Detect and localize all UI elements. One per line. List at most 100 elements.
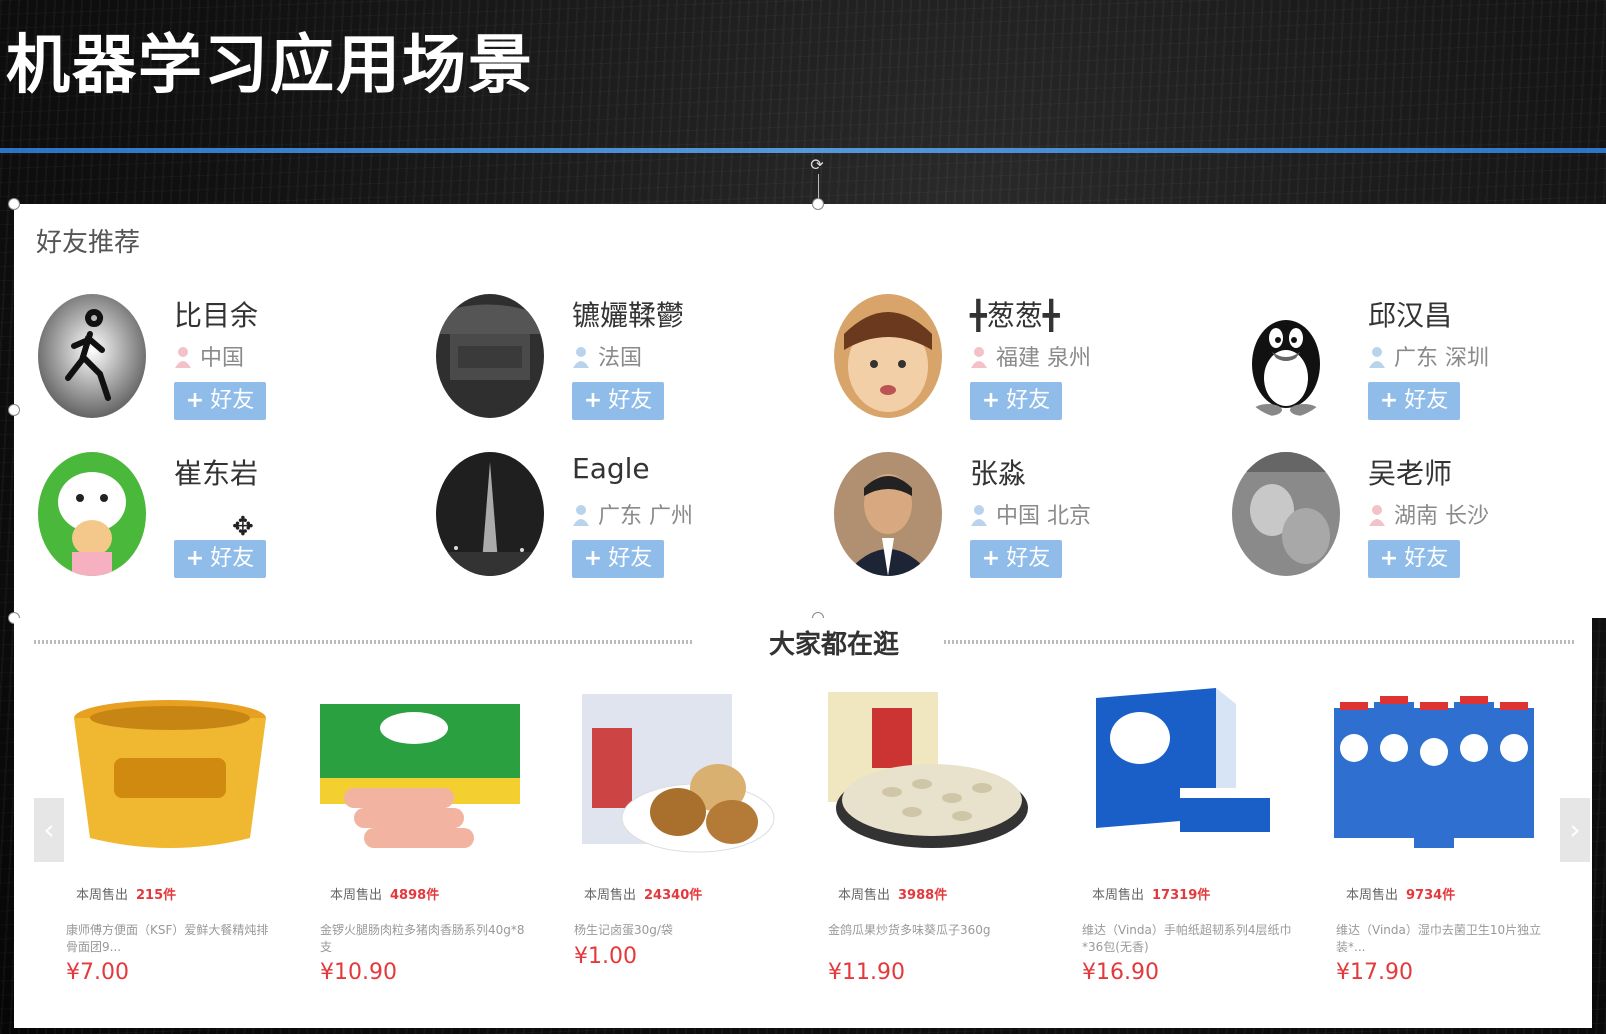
- add-friend-button[interactable]: + 好友: [572, 382, 664, 420]
- product-card[interactable]: 本周售出 4898件 金锣火腿肠肉粒多猪肉香肠系列40g*8支 ¥10.90: [314, 688, 544, 1008]
- product-name[interactable]: 康师傅方便面（KSF）爱鲜大餐精炖排骨面团9...: [66, 922, 276, 956]
- section-divider: 大家都在逛: [34, 630, 1574, 660]
- friend-name[interactable]: 崔东岩: [174, 452, 258, 492]
- add-friend-button[interactable]: + 好友: [970, 540, 1062, 578]
- friend-location: 法国: [572, 340, 642, 372]
- avatar[interactable]: [834, 294, 942, 418]
- male-user-icon: [1369, 347, 1385, 368]
- product-card[interactable]: 本周售出 3988件 金鸽瓜果炒货多味葵瓜子360g ¥11.90: [822, 688, 1052, 1008]
- friend-location: 广东 广州: [572, 498, 693, 530]
- weekly-sales: 本周售出 9734件: [1346, 888, 1456, 903]
- avatar[interactable]: [1232, 452, 1340, 576]
- avatar[interactable]: [38, 294, 146, 418]
- add-friend-button[interactable]: + 好友: [970, 382, 1062, 420]
- product-card[interactable]: 本周售出 9734件 维达（Vinda）湿巾去菌卫生10片独立装*... ¥17.…: [1330, 688, 1560, 1008]
- resize-handle[interactable]: [8, 198, 20, 210]
- add-friend-button[interactable]: + 好友: [572, 540, 664, 578]
- weekly-sales: 本周售出 24340件: [584, 888, 703, 903]
- plus-icon: +: [185, 546, 205, 571]
- friend-name[interactable]: 镳孋鞣鬱: [572, 294, 684, 334]
- product-price: ¥10.90: [320, 960, 397, 985]
- friend-card: ╋葱葱╋ 福建 泉州 + 好友: [834, 294, 1214, 434]
- resize-handle[interactable]: [812, 198, 824, 210]
- friend-name[interactable]: 邱汉昌: [1368, 294, 1452, 334]
- sunflower-seeds-icon[interactable]: [822, 688, 1042, 858]
- rotate-handle-icon[interactable]: ⟳: [810, 157, 824, 173]
- friend-card: 镳孋鞣鬱 法国 + 好友: [436, 294, 816, 434]
- friend-recommendation-panel: 好友推荐 比目余 中国 + 好友 镳孋鞣鬱 法国 + 好友 ╋葱葱╋ 福建 泉州 +…: [14, 204, 1606, 618]
- weekly-sales: 本周售出 17319件: [1092, 888, 1211, 903]
- plus-icon: +: [981, 388, 1001, 413]
- avatar[interactable]: [436, 452, 544, 576]
- friend-location: 中国 北京: [970, 498, 1091, 530]
- product-name[interactable]: 金鸽瓜果炒货多味葵瓜子360g: [828, 922, 1038, 956]
- plus-icon: +: [185, 388, 205, 413]
- weekly-sales: 本周售出 4898件: [330, 888, 440, 903]
- friend-card: 比目余 中国 + 好友: [38, 294, 418, 434]
- male-user-icon: [573, 347, 589, 368]
- friend-name[interactable]: Eagle: [572, 452, 650, 485]
- friend-recommendation-heading: 好友推荐: [36, 228, 141, 258]
- add-friend-button[interactable]: + 好友: [174, 540, 266, 578]
- friend-card: 张淼 中国 北京 + 好友: [834, 452, 1214, 592]
- friend-location: 福建 泉州: [970, 340, 1091, 372]
- male-user-icon: [971, 505, 987, 526]
- friend-location: 广东 深圳: [1368, 340, 1489, 372]
- product-price: ¥17.90: [1336, 960, 1413, 985]
- product-name[interactable]: 金锣火腿肠肉粒多猪肉香肠系列40g*8支: [320, 922, 530, 956]
- divider-line-left: [34, 640, 694, 644]
- add-friend-button[interactable]: + 好友: [1368, 540, 1460, 578]
- product-card[interactable]: 本周售出 215件 康师傅方便面（KSF）爱鲜大餐精炖排骨面团9... ¥7.00: [60, 688, 290, 1008]
- female-user-icon: [1369, 505, 1385, 526]
- add-friend-button[interactable]: + 好友: [174, 382, 266, 420]
- product-name[interactable]: 维达（Vinda）湿巾去菌卫生10片独立装*...: [1336, 922, 1546, 956]
- female-user-icon: [971, 347, 987, 368]
- friend-location: 中国: [174, 340, 244, 372]
- avatar[interactable]: [38, 452, 146, 576]
- product-card[interactable]: 本周售出 17319件 维达（Vinda）手帕纸超韧系列4层纸巾*36包(无香) …: [1076, 688, 1306, 1008]
- product-price: ¥11.90: [828, 960, 905, 985]
- popular-products-heading: 大家都在逛: [768, 630, 899, 660]
- chevron-left-icon: ‹: [43, 813, 55, 846]
- weekly-sales: 本周售出 215件: [76, 888, 177, 903]
- product-price: ¥16.90: [1082, 960, 1159, 985]
- product-price: ¥1.00: [574, 944, 637, 969]
- product-price: ¥7.00: [66, 960, 129, 985]
- slide-title: 机器学习应用场景: [6, 29, 534, 103]
- title-underline: [0, 148, 1606, 153]
- tissue-box-icon[interactable]: [1076, 688, 1296, 858]
- female-user-icon: [175, 347, 191, 368]
- friend-card: 崔东岩 + 好友: [38, 452, 418, 592]
- avatar[interactable]: [834, 452, 942, 576]
- male-user-icon: [573, 505, 589, 526]
- sausage-pack-icon[interactable]: [314, 688, 534, 858]
- instant-noodle-bowl-icon[interactable]: [60, 688, 280, 858]
- plus-icon: +: [1379, 388, 1399, 413]
- friend-card: 吴老师 湖南 长沙 + 好友: [1232, 452, 1606, 592]
- plus-icon: +: [583, 388, 603, 413]
- product-name[interactable]: 维达（Vinda）手帕纸超韧系列4层纸巾*36包(无香): [1082, 922, 1292, 956]
- weekly-sales: 本周售出 3988件: [838, 888, 948, 903]
- friend-location: 湖南 长沙: [1368, 498, 1489, 530]
- avatar[interactable]: [1232, 294, 1340, 418]
- plus-icon: +: [981, 546, 1001, 571]
- add-friend-button[interactable]: + 好友: [1368, 382, 1460, 420]
- friend-card: Eagle 广东 广州 + 好友: [436, 452, 816, 592]
- wet-wipes-icon[interactable]: [1330, 688, 1550, 858]
- popular-products-panel: 大家都在逛 ‹ › 本周售出 215件 康师傅方便面（KSF）爱鲜大餐精炖排骨面团…: [14, 618, 1592, 1028]
- carousel-next-button[interactable]: ›: [1560, 798, 1590, 862]
- friend-name[interactable]: 吴老师: [1368, 452, 1452, 492]
- friend-name[interactable]: 张淼: [970, 452, 1026, 492]
- resize-handle[interactable]: [8, 404, 20, 416]
- friend-name[interactable]: 比目余: [174, 294, 258, 334]
- divider-line-right: [944, 640, 1574, 644]
- avatar[interactable]: [436, 294, 544, 418]
- friend-card: 邱汉昌 广东 深圳 + 好友: [1232, 294, 1606, 434]
- product-card[interactable]: 本周售出 24340件 杨生记卤蛋30g/袋 ¥1.00: [568, 688, 798, 1008]
- braised-egg-icon[interactable]: [568, 688, 788, 858]
- chevron-right-icon: ›: [1569, 813, 1581, 846]
- plus-icon: +: [1379, 546, 1399, 571]
- move-cursor-icon: ✥: [232, 512, 254, 542]
- friend-name[interactable]: ╋葱葱╋: [970, 294, 1060, 334]
- plus-icon: +: [583, 546, 603, 571]
